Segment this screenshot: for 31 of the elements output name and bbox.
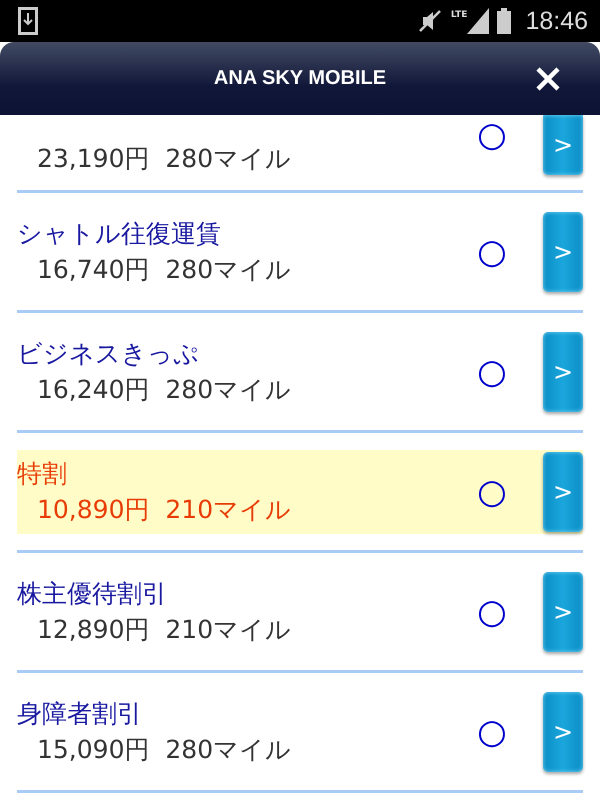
fare-price: 12,890円 210マイル (36, 614, 292, 646)
fare-name: 身障者割引 (17, 698, 143, 730)
availability-mark: ○ (476, 352, 508, 392)
availability-mark: ○ (476, 592, 508, 632)
fare-row[interactable]: 身障者割引 15,090円 280マイル ○ > (17, 690, 583, 774)
fare-row[interactable]: 株主優待割引 12,890円 210マイル ○ > (17, 570, 583, 654)
availability-mark: ○ (476, 472, 508, 512)
download-icon (18, 7, 38, 35)
mute-icon (416, 8, 443, 34)
fare-name: ビジネスきっぷ (17, 338, 200, 370)
battery-icon (497, 8, 512, 34)
app-title: ANA SKY MOBILE (212, 67, 388, 90)
fare-row[interactable]: 特割 10,890円 210マイル ○ > (17, 450, 583, 534)
network-label: LTE (450, 10, 468, 20)
fare-row[interactable]: シャトル往復運賃 16,740円 280マイル ○ > (17, 210, 583, 294)
availability-mark: ○ (476, 115, 508, 155)
fare-price: 16,240円 280マイル (36, 374, 292, 406)
fare-price: 23,190円 280マイル (36, 142, 292, 174)
fare-price: 16,740円 280マイル (36, 254, 292, 286)
fare-row[interactable]: ビジネスきっぷ 16,240円 280マイル ○ > (17, 330, 583, 414)
fare-name: 特割 (17, 458, 68, 490)
fare-name: シャトル往復運賃 (17, 218, 222, 250)
fare-row[interactable]: 23,190円 280マイル ○ > (17, 115, 583, 190)
fare-price: 15,090円 280マイル (36, 734, 292, 766)
fare-name: 株主優待割引 (17, 578, 168, 610)
clock-time: 18:46 (525, 6, 588, 36)
fare-price: 10,890円 210マイル (36, 494, 292, 526)
close-icon[interactable] (536, 66, 560, 90)
availability-mark: ○ (476, 712, 508, 752)
availability-mark: ○ (476, 232, 508, 272)
signal-icon (467, 8, 490, 34)
